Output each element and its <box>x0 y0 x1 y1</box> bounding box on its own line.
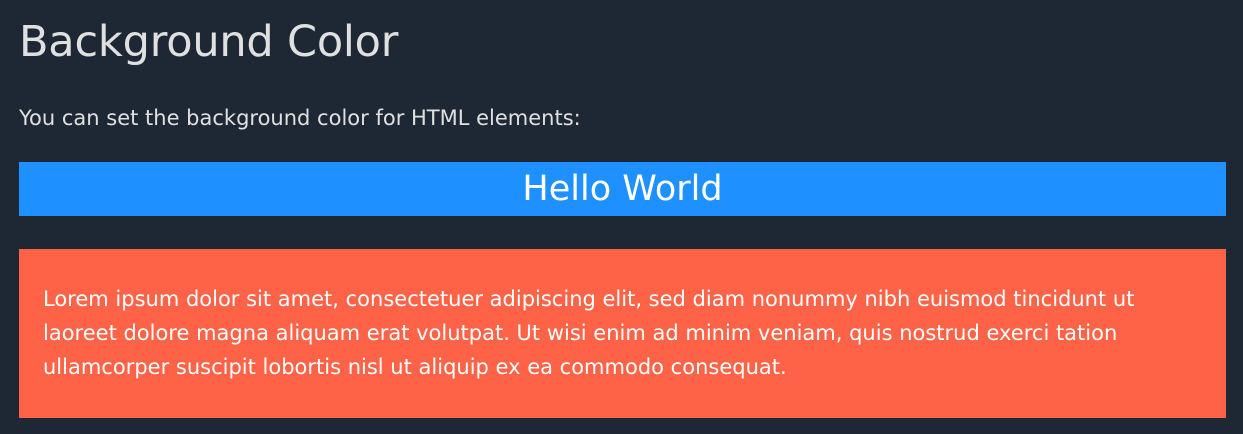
lorem-box: Lorem ipsum dolor sit amet, consectetuer… <box>19 249 1226 418</box>
page-title: Background Color <box>19 17 399 67</box>
intro-text: You can set the background color for HTM… <box>19 106 581 130</box>
lorem-paragraph: Lorem ipsum dolor sit amet, consectetuer… <box>43 287 1135 379</box>
hello-world-banner: Hello World <box>19 162 1226 216</box>
